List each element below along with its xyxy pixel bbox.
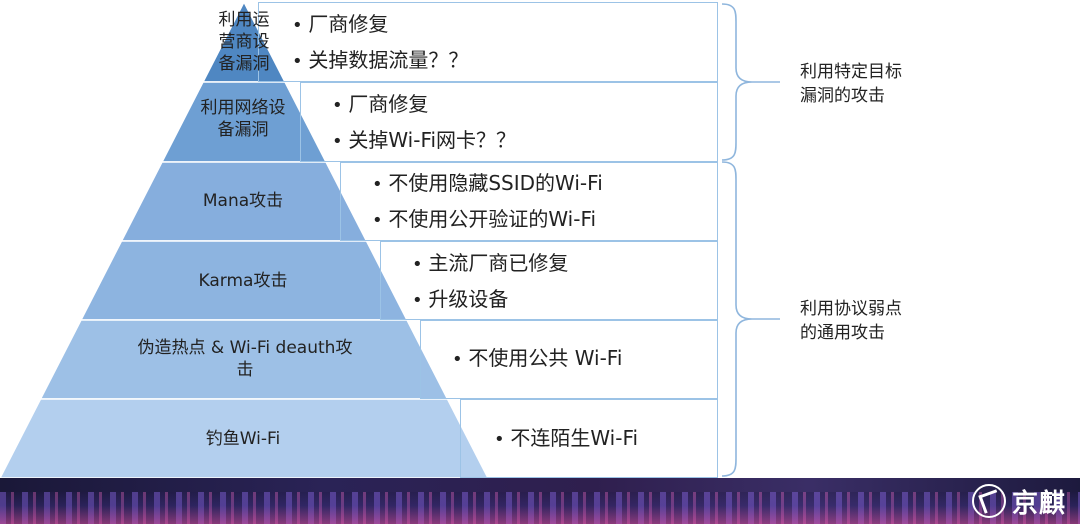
banner-glow [0, 478, 1080, 524]
level-3-label: Mana攻击 [202, 191, 284, 211]
brand-name: 京麒 [1011, 488, 1066, 519]
bullet-item: 升级设备 [412, 282, 568, 318]
brand-logo: 京麒 [971, 480, 1066, 522]
level-4-bullets: 主流厂商已修复 升级设备 [412, 246, 568, 318]
bullet-item: 不使用公共 Wi-Fi [452, 341, 622, 377]
bullet-item: 不连陌生Wi-Fi [494, 421, 638, 457]
level-4-label: Karma攻击 [198, 271, 288, 291]
level-1-bullets: 厂商修复 关掉数据流量？？ [292, 7, 468, 79]
level-2-bullets: 厂商修复 关掉Wi-Fi网卡？？ [332, 87, 516, 159]
level-2-label: 利用网络设 备漏洞 [200, 98, 286, 140]
bracket-protocol-weakness [721, 161, 753, 477]
dragon-logo-icon [971, 484, 1006, 518]
footer-banner [0, 478, 1080, 524]
level-5-label: 伪造热点 & Wi-Fi deauth攻击 [137, 338, 353, 380]
bullet-item: 不使用公开验证的Wi-Fi [372, 202, 603, 238]
bullet-item: 关掉数据流量？？ [292, 43, 468, 79]
level-5-bullets: 不使用公共 Wi-Fi [452, 341, 622, 377]
pyramid-diagram: 利用运 营商设 备漏洞 利用网络设 备漏洞 Mana攻击 Karma攻击 伪造热点 &… [0, 0, 1080, 524]
level-1-label: 利用运 营商设 备漏洞 [218, 10, 270, 74]
category-protocol-weakness: 利用协议弱点 的通用攻击 [800, 299, 902, 343]
bullet-item: 主流厂商已修复 [412, 246, 568, 282]
category-specific-target: 利用特定目标 漏洞的攻击 [800, 62, 902, 106]
bullet-item: 不使用隐藏SSID的Wi-Fi [372, 166, 602, 202]
bracket-specific-target [721, 3, 753, 161]
category-brackets [721, 3, 780, 477]
level-3-bullets: 不使用隐藏SSID的Wi-Fi 不使用公开验证的Wi-Fi [372, 166, 603, 238]
bullet-item: 厂商修复 [292, 7, 468, 43]
bullet-item: 关掉Wi-Fi网卡？？ [332, 123, 516, 159]
bullet-item: 厂商修复 [332, 87, 516, 123]
level-6-label: 钓鱼Wi-Fi [205, 429, 281, 449]
level-6-bullets: 不连陌生Wi-Fi [494, 421, 638, 457]
